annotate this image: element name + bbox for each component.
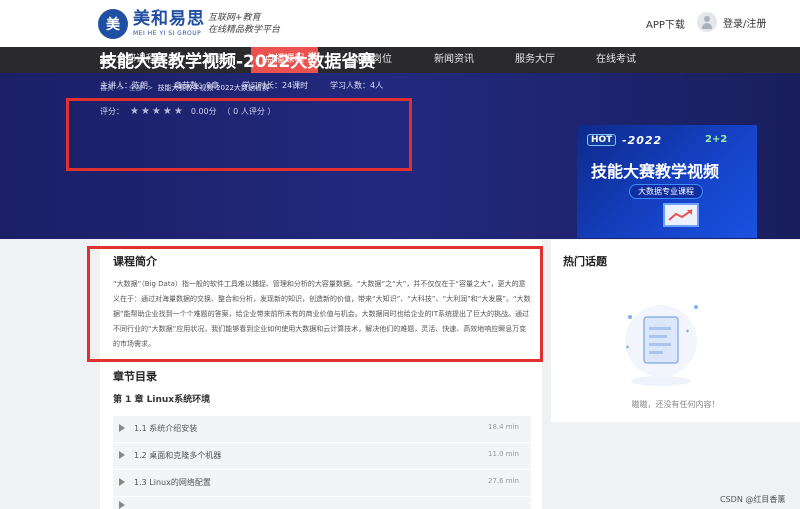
promo-plus: 2+2 xyxy=(705,134,728,145)
slogan-line-2: 在线精品教学平台 xyxy=(208,25,281,35)
slogan: 互联网+教育 在线精品教学平台 xyxy=(208,12,280,36)
login-register-link[interactable]: 登录/注册 xyxy=(723,15,766,30)
course-lecturer: 主讲人：陈朗 xyxy=(100,81,148,90)
lesson-duration: 11.0 min xyxy=(487,450,519,458)
trend-arrow-icon xyxy=(668,209,693,221)
play-icon xyxy=(119,451,125,459)
course-title: 技能大赛教学视频-2022大数据省赛 xyxy=(100,52,376,72)
app-download-link[interactable]: APP下载 xyxy=(646,16,685,31)
promo-year: -2022 xyxy=(622,134,663,147)
user-login-area[interactable]: 登录/注册 xyxy=(697,12,766,32)
lesson-duration: 27.6 min xyxy=(487,477,519,485)
promo-title: 技能大赛教学视频 xyxy=(591,162,720,181)
promo-tag: 大数据专业课程 xyxy=(629,184,703,199)
highlight-box-intro xyxy=(87,246,543,362)
nav-news[interactable]: 新闻资讯 xyxy=(421,47,487,73)
chapter-1-title[interactable]: 第 1 章 Linux系统环境 xyxy=(113,392,210,405)
highlight-box-title xyxy=(66,98,412,171)
play-icon xyxy=(119,424,125,432)
lesson-item-partial[interactable] xyxy=(113,497,531,509)
logo-mark: 美 xyxy=(98,9,128,39)
course-learners: 学习人数：4人 xyxy=(330,81,384,90)
course-chapter-count: 章节数：9章 xyxy=(174,81,220,90)
breadcrumb-sep: > xyxy=(147,84,154,92)
nav-online-exam[interactable]: 在线考试 xyxy=(583,47,649,73)
logo-name: 美和易思 xyxy=(133,9,205,29)
lesson-item[interactable]: 1.2 桌面和克隆多个机器 11.0 min xyxy=(113,443,531,469)
course-cover-image: HOT -2022 2+2 技能大赛教学视频 大数据专业课程 xyxy=(577,125,757,238)
promo-hot-badge: HOT xyxy=(587,134,617,146)
logo-subtitle: MEI HE YI SI GROUP xyxy=(133,30,202,37)
lesson-item[interactable]: 1.1 系统介绍安装 18.4 min xyxy=(113,416,531,442)
chapters-heading: 章节目录 xyxy=(113,370,157,383)
lesson-duration: 18.4 min xyxy=(487,423,519,431)
lesson-name: 1.1 系统介绍安装 xyxy=(134,424,198,433)
play-icon xyxy=(119,501,125,509)
lesson-name: 1.2 桌面和克隆多个机器 xyxy=(134,451,222,460)
empty-document-icon xyxy=(625,305,698,386)
user-avatar-icon xyxy=(697,12,717,32)
slogan-line-1: 互联网+教育 xyxy=(208,13,261,23)
empty-message: 嗷嗷，还没有任何内容！ xyxy=(631,400,720,409)
lesson-item[interactable]: 1.3 Linux的网络配置 27.6 min xyxy=(113,470,531,496)
logo[interactable]: 美 美和易思 MEI HE YI SI GROUP xyxy=(98,9,205,39)
course-duration: 学习时长：24课时 xyxy=(242,81,309,90)
top-header: 美 美和易思 MEI HE YI SI GROUP 互联网+教育 在线精品教学平… xyxy=(0,0,800,47)
hot-topics-heading: 热门话题 xyxy=(563,255,607,268)
watermark: CSDN @红目香薰 xyxy=(720,495,786,504)
lesson-name: 1.3 Linux的网络配置 xyxy=(134,478,211,487)
nav-service-hall[interactable]: 服务大厅 xyxy=(502,47,568,73)
play-icon xyxy=(119,478,125,486)
